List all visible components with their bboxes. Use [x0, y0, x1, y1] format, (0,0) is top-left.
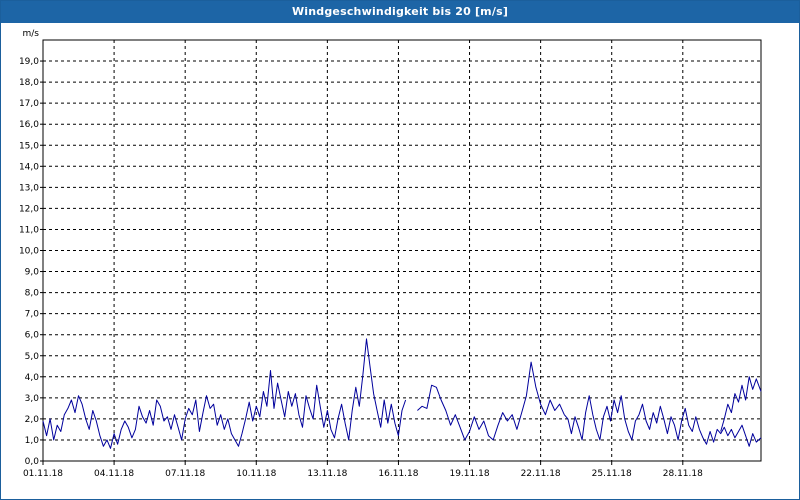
y-tick-label: 8,0 — [25, 289, 40, 299]
y-tick-label: 1,0 — [25, 436, 40, 446]
wind-speed-chart: 0,0 1,0 2,0 3,0 4,0 5,0 6,0 7,0 8,0 9,0 10,0 11,0 12… — [19, 29, 762, 479]
chart-axes — [40, 39, 762, 465]
y-tick-label: 17,0 — [19, 99, 39, 109]
y-tick-label: 11,0 — [19, 225, 39, 235]
x-tick-label: 01.11.18 — [23, 469, 63, 479]
y-tick-label: 3,0 — [25, 394, 40, 404]
x-tick-label: 25.11.18 — [592, 469, 632, 479]
x-tick-label: 19.11.18 — [449, 469, 489, 479]
y-tick-label: 18,0 — [19, 78, 39, 88]
y-tick-label: 4,0 — [25, 373, 40, 383]
y-tick-label: 7,0 — [25, 310, 40, 320]
plot-frame — [42, 39, 762, 462]
x-tick-label: 28.11.18 — [663, 469, 703, 479]
chart-series — [42, 338, 762, 449]
chart-grid — [43, 40, 761, 461]
y-tick-label: 14,0 — [19, 162, 39, 172]
y-tick-label: 5,0 — [25, 352, 40, 362]
x-tick-label: 22.11.18 — [521, 469, 561, 479]
x-tick-label: 16.11.18 — [378, 469, 418, 479]
y-tick-label: 9,0 — [25, 268, 40, 278]
y-tick-label: 12,0 — [19, 204, 39, 214]
window-title: Windgeschwindigkeit bis 20 [m/s] — [1, 1, 799, 23]
y-tick-label: 0,0 — [25, 457, 40, 467]
y-tick-label: 16,0 — [19, 120, 39, 130]
wind-speed-line — [720, 376, 762, 432]
wind-speed-line — [563, 395, 762, 447]
y-tick-label: 6,0 — [25, 331, 40, 341]
x-tick-label: 07.11.18 — [165, 469, 205, 479]
y-tick-label: 19,0 — [19, 57, 39, 67]
y-tick-label: 15,0 — [19, 141, 39, 151]
x-tick-label: 10.11.18 — [236, 469, 276, 479]
chart-window: Windgeschwindigkeit bis 20 [m/s] 0,0 1,0 2… — [0, 0, 800, 500]
y-tick-label: 10,0 — [19, 247, 39, 257]
wind-speed-line — [417, 361, 565, 441]
chart-labels: 0,0 1,0 2,0 3,0 4,0 5,0 6,0 7,0 8,0 9,0 10,0 11,0 12… — [19, 29, 703, 479]
y-axis-unit-label: m/s — [23, 29, 40, 39]
x-tick-label: 04.11.18 — [94, 469, 134, 479]
y-tick-label: 13,0 — [19, 183, 39, 193]
x-tick-label: 13.11.18 — [307, 469, 347, 479]
y-tick-label: 2,0 — [25, 415, 40, 425]
